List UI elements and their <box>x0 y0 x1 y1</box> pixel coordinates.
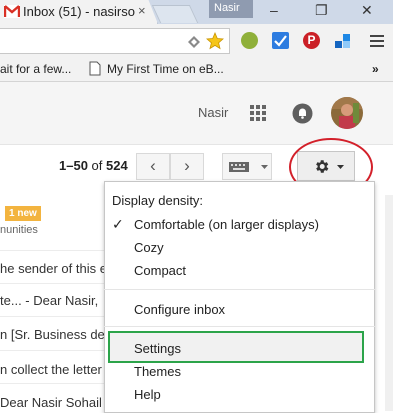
apps-grid-icon[interactable] <box>250 105 266 121</box>
keyboard-icon <box>229 162 249 172</box>
chrome-menu-icon[interactable] <box>370 35 384 47</box>
chevron-left-icon: ‹ <box>150 156 156 175</box>
new-tab-button[interactable] <box>151 5 199 23</box>
input-tools-button[interactable] <box>222 153 272 180</box>
puzzle-icon[interactable] <box>241 32 258 49</box>
row-divider <box>0 250 104 251</box>
list-item[interactable]: n collect the letter c <box>0 362 112 377</box>
display-density-heading: Display density: <box>112 193 204 208</box>
check-icon[interactable] <box>272 32 289 49</box>
list-item[interactable]: Dear Nasir Sohail C <box>0 395 115 410</box>
bookmark-item[interactable]: ait for a few... <box>0 62 71 76</box>
close-window-icon[interactable]: ✕ <box>361 2 373 19</box>
row-divider <box>0 283 104 284</box>
pagination-label: 1–50 of 524 <box>59 158 128 173</box>
menu-item-cozy[interactable]: Cozy <box>134 240 164 255</box>
bookmarks-overflow-icon[interactable]: » <box>372 62 379 76</box>
list-item[interactable]: he sender of this e <box>0 261 107 276</box>
menu-item-help[interactable]: Help <box>134 387 161 402</box>
new-badge: 1 new <box>5 206 41 221</box>
pager-total: 524 <box>106 158 128 173</box>
minimize-icon[interactable]: – <box>270 2 278 18</box>
older-button[interactable]: › <box>170 153 204 180</box>
check-icon: ✓ <box>112 216 124 232</box>
pager-of: of <box>91 158 103 173</box>
tab-title: Inbox (51) - nasirso <box>23 4 135 19</box>
notifications-icon[interactable] <box>292 103 313 124</box>
list-item[interactable]: n [Sr. Business de <box>0 327 105 342</box>
menu-separator <box>104 326 375 327</box>
user-name[interactable]: Nasir <box>198 105 228 120</box>
star-icon[interactable] <box>206 32 224 50</box>
newer-button[interactable]: ‹ <box>136 153 170 180</box>
menu-item-configure-inbox[interactable]: Configure inbox <box>134 302 225 317</box>
row-divider <box>0 383 104 384</box>
chevron-right-icon: › <box>184 156 190 175</box>
dropbox-icon[interactable] <box>334 32 352 50</box>
pinterest-icon[interactable]: P <box>303 32 320 49</box>
list-item[interactable]: te... - Dear Nasir, <box>0 293 98 308</box>
maximize-icon[interactable]: ❐ <box>315 2 328 19</box>
tab-close-icon[interactable]: × <box>138 3 146 18</box>
chevron-down-icon <box>261 165 268 169</box>
menu-item-themes[interactable]: Themes <box>134 364 181 379</box>
scrollbar[interactable] <box>385 195 393 411</box>
pager-range: 1–50 <box>59 158 88 173</box>
row-divider <box>0 350 104 351</box>
diamond-icon[interactable] <box>187 35 201 49</box>
menu-item-compact[interactable]: Compact <box>134 263 186 278</box>
bookmark-item[interactable]: My First Time on eB... <box>107 62 224 76</box>
menu-item-comfortable[interactable]: Comfortable (on larger displays) <box>134 217 319 232</box>
gmail-icon <box>4 5 20 18</box>
profile-chip[interactable]: Nasir <box>209 0 253 18</box>
row-divider <box>0 316 104 317</box>
menu-separator <box>104 289 375 290</box>
menu-item-settings[interactable]: Settings <box>134 341 181 356</box>
avatar[interactable] <box>331 97 363 129</box>
page-icon <box>89 61 101 76</box>
list-item[interactable]: nunities <box>0 224 38 236</box>
